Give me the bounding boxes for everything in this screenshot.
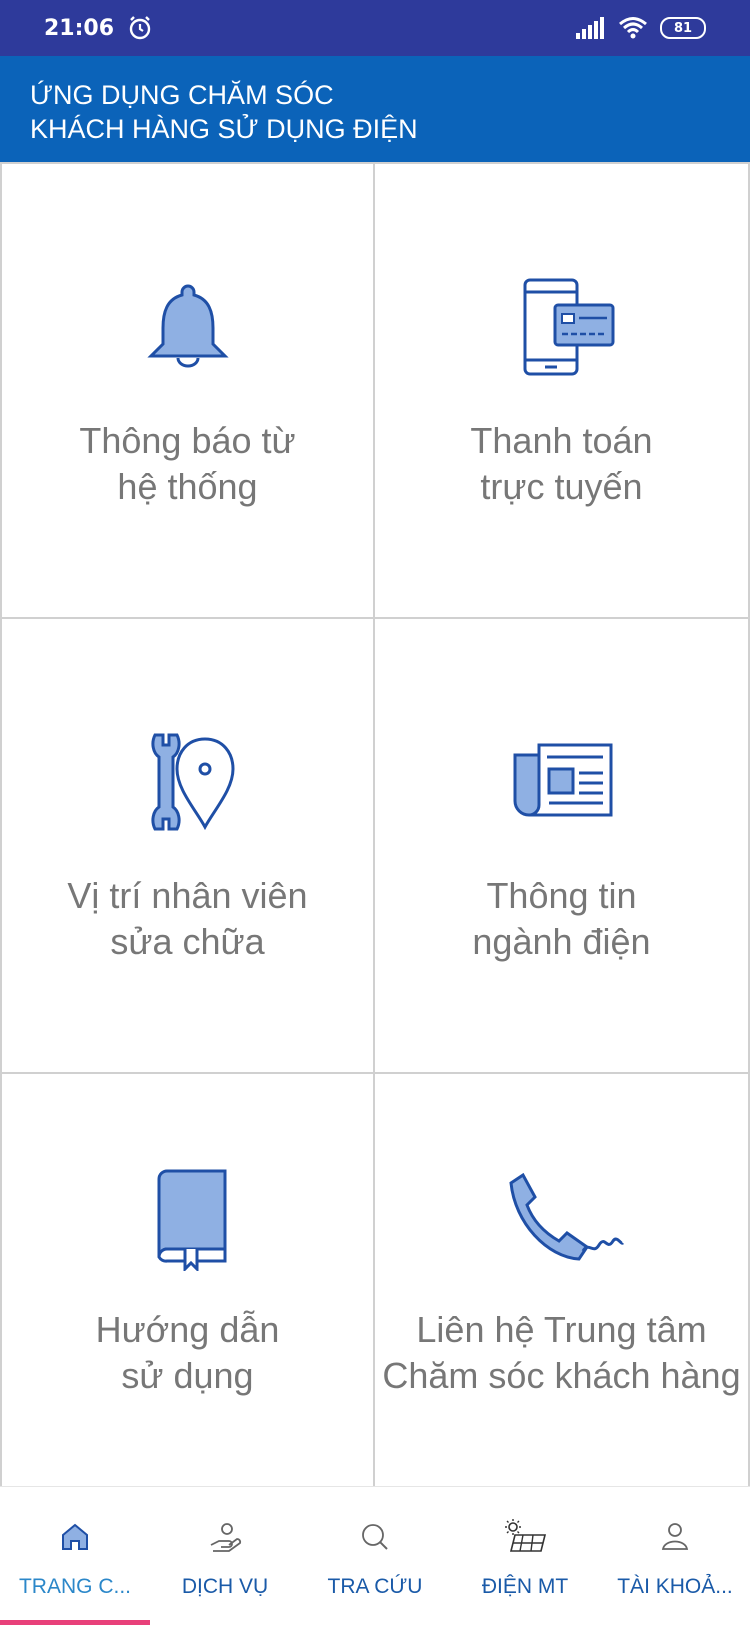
app-header: ỨNG DỤNG CHĂM SÓC KHÁCH HÀNG SỬ DỤNG ĐIỆ… (0, 56, 750, 162)
tile-label: Hướng dẫn sử dụng (96, 1307, 280, 1399)
tile-label-line1: Thông báo từ (79, 419, 296, 461)
tile-label-line2: hệ thống (117, 465, 258, 507)
newspaper-icon (513, 743, 612, 816)
bell-icon (146, 283, 229, 367)
active-tab-indicator (0, 1620, 150, 1625)
tile-label-line1: Thanh toán (470, 419, 653, 461)
tile-label: Thanh toán trực tuyến (470, 418, 652, 510)
service-hand-icon (210, 1523, 242, 1552)
nav-item-solar-power[interactable]: ĐIỆN MT (450, 1487, 600, 1625)
tile-label-line2: sử dụng (121, 1355, 254, 1396)
book-icon (156, 1169, 226, 1271)
header-title-line2: KHÁCH HÀNG SỬ DỤNG ĐIỆN (30, 114, 418, 144)
status-bar: 21:06 81 (0, 0, 750, 56)
tile-repair-staff-location[interactable]: Vị trí nhân viên sửa chữa (0, 619, 375, 1074)
header-title-line1: ỨNG DỤNG CHĂM SÓC (30, 80, 334, 110)
status-time: 21:06 (44, 15, 115, 41)
nav-item-lookup[interactable]: TRA CỨU (300, 1487, 450, 1625)
tile-user-guide[interactable]: Hướng dẫn sử dụng (0, 1074, 375, 1488)
wifi-icon (619, 17, 647, 39)
tile-label-line2: trực tuyến (480, 465, 643, 507)
tile-label: Vị trí nhân viên sửa chữa (67, 873, 307, 965)
tile-electricity-news[interactable]: Thông tin ngành điện (375, 619, 750, 1074)
bottom-nav: TRANG C... DỊCH VỤ TRA CỨU ĐIỆN MT TÀI K… (0, 1486, 750, 1625)
tile-online-payment[interactable]: Thanh toán trực tuyến (375, 164, 750, 619)
tile-label-line2: Chăm sóc khách hàng (382, 1355, 741, 1396)
nav-item-account[interactable]: TÀI KHOẢ... (600, 1487, 750, 1625)
solar-panel-icon (505, 1519, 547, 1552)
tile-label-line1: Liên hệ Trung tâm (416, 1309, 707, 1350)
user-icon (661, 1523, 689, 1550)
telephone-icon (508, 1172, 624, 1261)
tile-label: Thông tin ngành điện (472, 873, 650, 965)
search-icon (362, 1524, 388, 1550)
nav-label: TRANG C... (18, 1575, 131, 1598)
tile-label: Liên hệ Trung tâm Chăm sóc khách hàng (382, 1307, 740, 1399)
battery-level: 81 (673, 20, 693, 36)
alarm-icon (129, 16, 151, 40)
signal-icon (576, 17, 604, 39)
feature-grid: Thông báo từ hệ thống Thanh toán trực tu… (0, 162, 750, 1488)
tile-label-line2: sửa chữa (110, 920, 265, 962)
nav-label: TRA CỨU (327, 1575, 423, 1598)
tile-contact-customer-care[interactable]: Liên hệ Trung tâm Chăm sóc khách hàng (375, 1074, 750, 1488)
tile-system-notifications[interactable]: Thông báo từ hệ thống (0, 164, 375, 619)
nav-label: ĐIỆN MT (481, 1575, 569, 1598)
nav-label: TÀI KHOẢ... (617, 1575, 733, 1598)
home-icon (62, 1523, 88, 1550)
battery-icon: 81 (660, 17, 706, 39)
tile-label-line1: Thông tin (486, 874, 637, 916)
tile-label: Thông báo từ hệ thống (79, 418, 295, 510)
tile-label-line1: Vị trí nhân viên (67, 874, 308, 916)
nav-item-home[interactable]: TRANG C... (0, 1487, 150, 1625)
nav-item-services[interactable]: DỊCH VỤ (150, 1487, 300, 1625)
tile-label-line2: ngành điện (472, 920, 651, 962)
wrench-location-icon (150, 733, 235, 830)
tile-label-line1: Hướng dẫn (95, 1309, 280, 1350)
nav-label: DỊCH VỤ (181, 1575, 269, 1598)
phone-card-icon (523, 278, 614, 375)
